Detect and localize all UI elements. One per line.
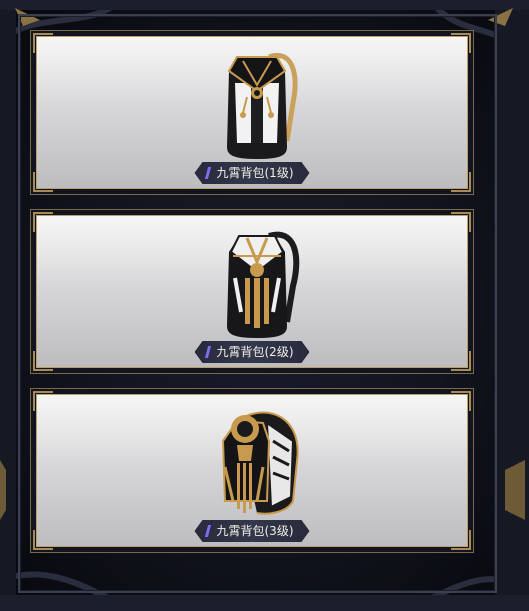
backpack-preview-panel: 九霄背包(1级) 九霄背包(2级) 九霄背包(3级) <box>0 0 529 611</box>
backpack-tier-2-icon <box>227 231 300 338</box>
item-card-2[interactable]: 九霄背包(2级) <box>30 209 474 374</box>
backpack-tier-3-icon <box>221 411 299 515</box>
badge-accent-bar <box>205 167 211 179</box>
item-card-1[interactable]: 九霄背包(1级) <box>30 30 474 195</box>
item-name: 九霄背包(1级) <box>216 166 294 180</box>
item-name-badge: 九霄背包(1级) <box>195 162 310 184</box>
badge-accent-bar <box>205 525 211 537</box>
item-name-badge: 九霄背包(3级) <box>195 520 310 542</box>
item-card-3[interactable]: 九霄背包(3级) <box>30 388 474 553</box>
item-name: 九霄背包(2级) <box>216 345 294 359</box>
backpack-tier-1-icon <box>227 52 298 159</box>
item-name: 九霄背包(3级) <box>216 524 294 538</box>
badge-accent-bar <box>205 346 211 358</box>
item-name-badge: 九霄背包(2级) <box>195 341 310 363</box>
